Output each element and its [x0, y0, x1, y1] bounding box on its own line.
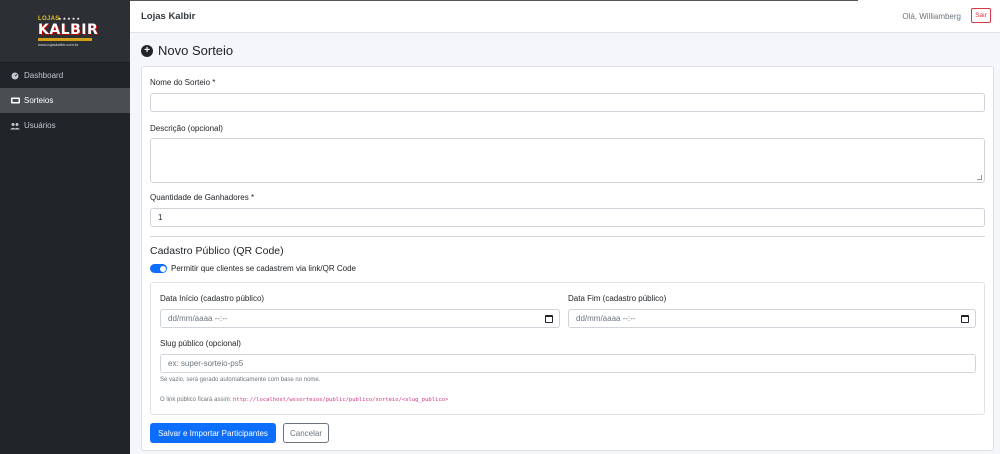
logo-area: LOJAS ★★★★★ KALBIR www.lojaskalbir.com.b… — [0, 0, 130, 63]
user-greeting: Olá, Williamberg — [902, 12, 961, 21]
top-border — [130, 0, 858, 1]
calendar-icon[interactable] — [961, 315, 969, 323]
slug-input[interactable]: ex: super-sorteio-ps5 — [160, 354, 976, 373]
calendar-icon[interactable] — [545, 315, 553, 323]
logo-url: www.lojaskalbir.com.br — [38, 42, 79, 47]
end-date-placeholder: dd/mm/aaaa --:-- — [576, 314, 636, 323]
public-settings-panel: Data Início (cadastro público) dd/mm/aaa… — [150, 282, 985, 415]
name-label: Nome do Sorteio * — [150, 78, 216, 87]
sidebar-item-label: Usuários — [24, 121, 56, 130]
start-date-label: Data Início (cadastro público) — [160, 294, 265, 303]
public-section-title: Cadastro Público (QR Code) — [150, 245, 284, 257]
end-date-label: Data Fim (cadastro público) — [568, 294, 667, 303]
app-brand[interactable]: Lojas Kalbir — [141, 11, 195, 22]
slug-help-text: Se vazio, será gerado automaticamente co… — [160, 377, 321, 383]
description-label: Descrição (opcional) — [150, 124, 223, 133]
users-icon — [10, 121, 20, 131]
sidebar-item-dashboard[interactable]: Dashboard — [0, 63, 130, 88]
sidebar-nav: Dashboard Sorteios Usuários — [0, 63, 130, 138]
logo-stripe — [38, 38, 92, 41]
public-link-help: O link público ficará assim: http://loca… — [160, 397, 448, 403]
start-date-placeholder: dd/mm/aaaa --:-- — [168, 314, 228, 323]
name-input[interactable] — [150, 93, 985, 112]
form-card: Nome do Sorteio * Descrição (opcional) Q… — [141, 66, 994, 451]
sidebar-item-label: Sorteios — [24, 96, 54, 105]
save-import-button[interactable]: Salvar e Importar Participantes — [150, 423, 276, 443]
description-textarea[interactable] — [150, 138, 985, 183]
page-header: + Novo Sorteio — [141, 43, 233, 58]
page-title: Novo Sorteio — [158, 43, 234, 58]
end-date-input[interactable]: dd/mm/aaaa --:-- — [568, 309, 976, 328]
top-bar: Lojas Kalbir Olá, Williamberg Sair — [130, 0, 1000, 33]
logout-button[interactable]: Sair — [971, 8, 991, 23]
logo-main-text: KALBIR — [38, 22, 99, 38]
sidebar: LOJAS ★★★★★ KALBIR www.lojaskalbir.com.b… — [0, 0, 130, 454]
sidebar-item-label: Dashboard — [24, 71, 64, 80]
section-divider — [150, 236, 985, 237]
public-signup-toggle[interactable] — [150, 264, 167, 273]
public-link-example: http://localhost/wssorteios/public/publi… — [233, 397, 449, 403]
cancel-button[interactable]: Cancelar — [283, 423, 329, 443]
public-signup-toggle-label[interactable]: Permitir que clientes se cadastrem via l… — [171, 264, 356, 273]
plus-circle-icon: + — [141, 44, 153, 57]
winners-input[interactable]: 1 — [150, 208, 985, 227]
dashboard-icon — [10, 71, 20, 81]
resize-handle[interactable] — [977, 175, 982, 180]
sidebar-item-sorteios[interactable]: Sorteios — [0, 88, 130, 113]
sidebar-item-usuarios[interactable]: Usuários — [0, 113, 130, 138]
winners-label: Quantidade de Ganhadores * — [150, 193, 255, 202]
ticket-icon — [10, 96, 20, 106]
logo-stars: ★★★★★ — [58, 16, 81, 21]
public-link-prefix: O link público ficará assim: — [160, 397, 232, 403]
brand-logo[interactable]: LOJAS ★★★★★ KALBIR www.lojaskalbir.com.b… — [36, 14, 98, 48]
slug-label: Slug público (opcional) — [160, 339, 241, 348]
start-date-input[interactable]: dd/mm/aaaa --:-- — [160, 309, 560, 328]
slug-placeholder: ex: super-sorteio-ps5 — [168, 359, 244, 368]
